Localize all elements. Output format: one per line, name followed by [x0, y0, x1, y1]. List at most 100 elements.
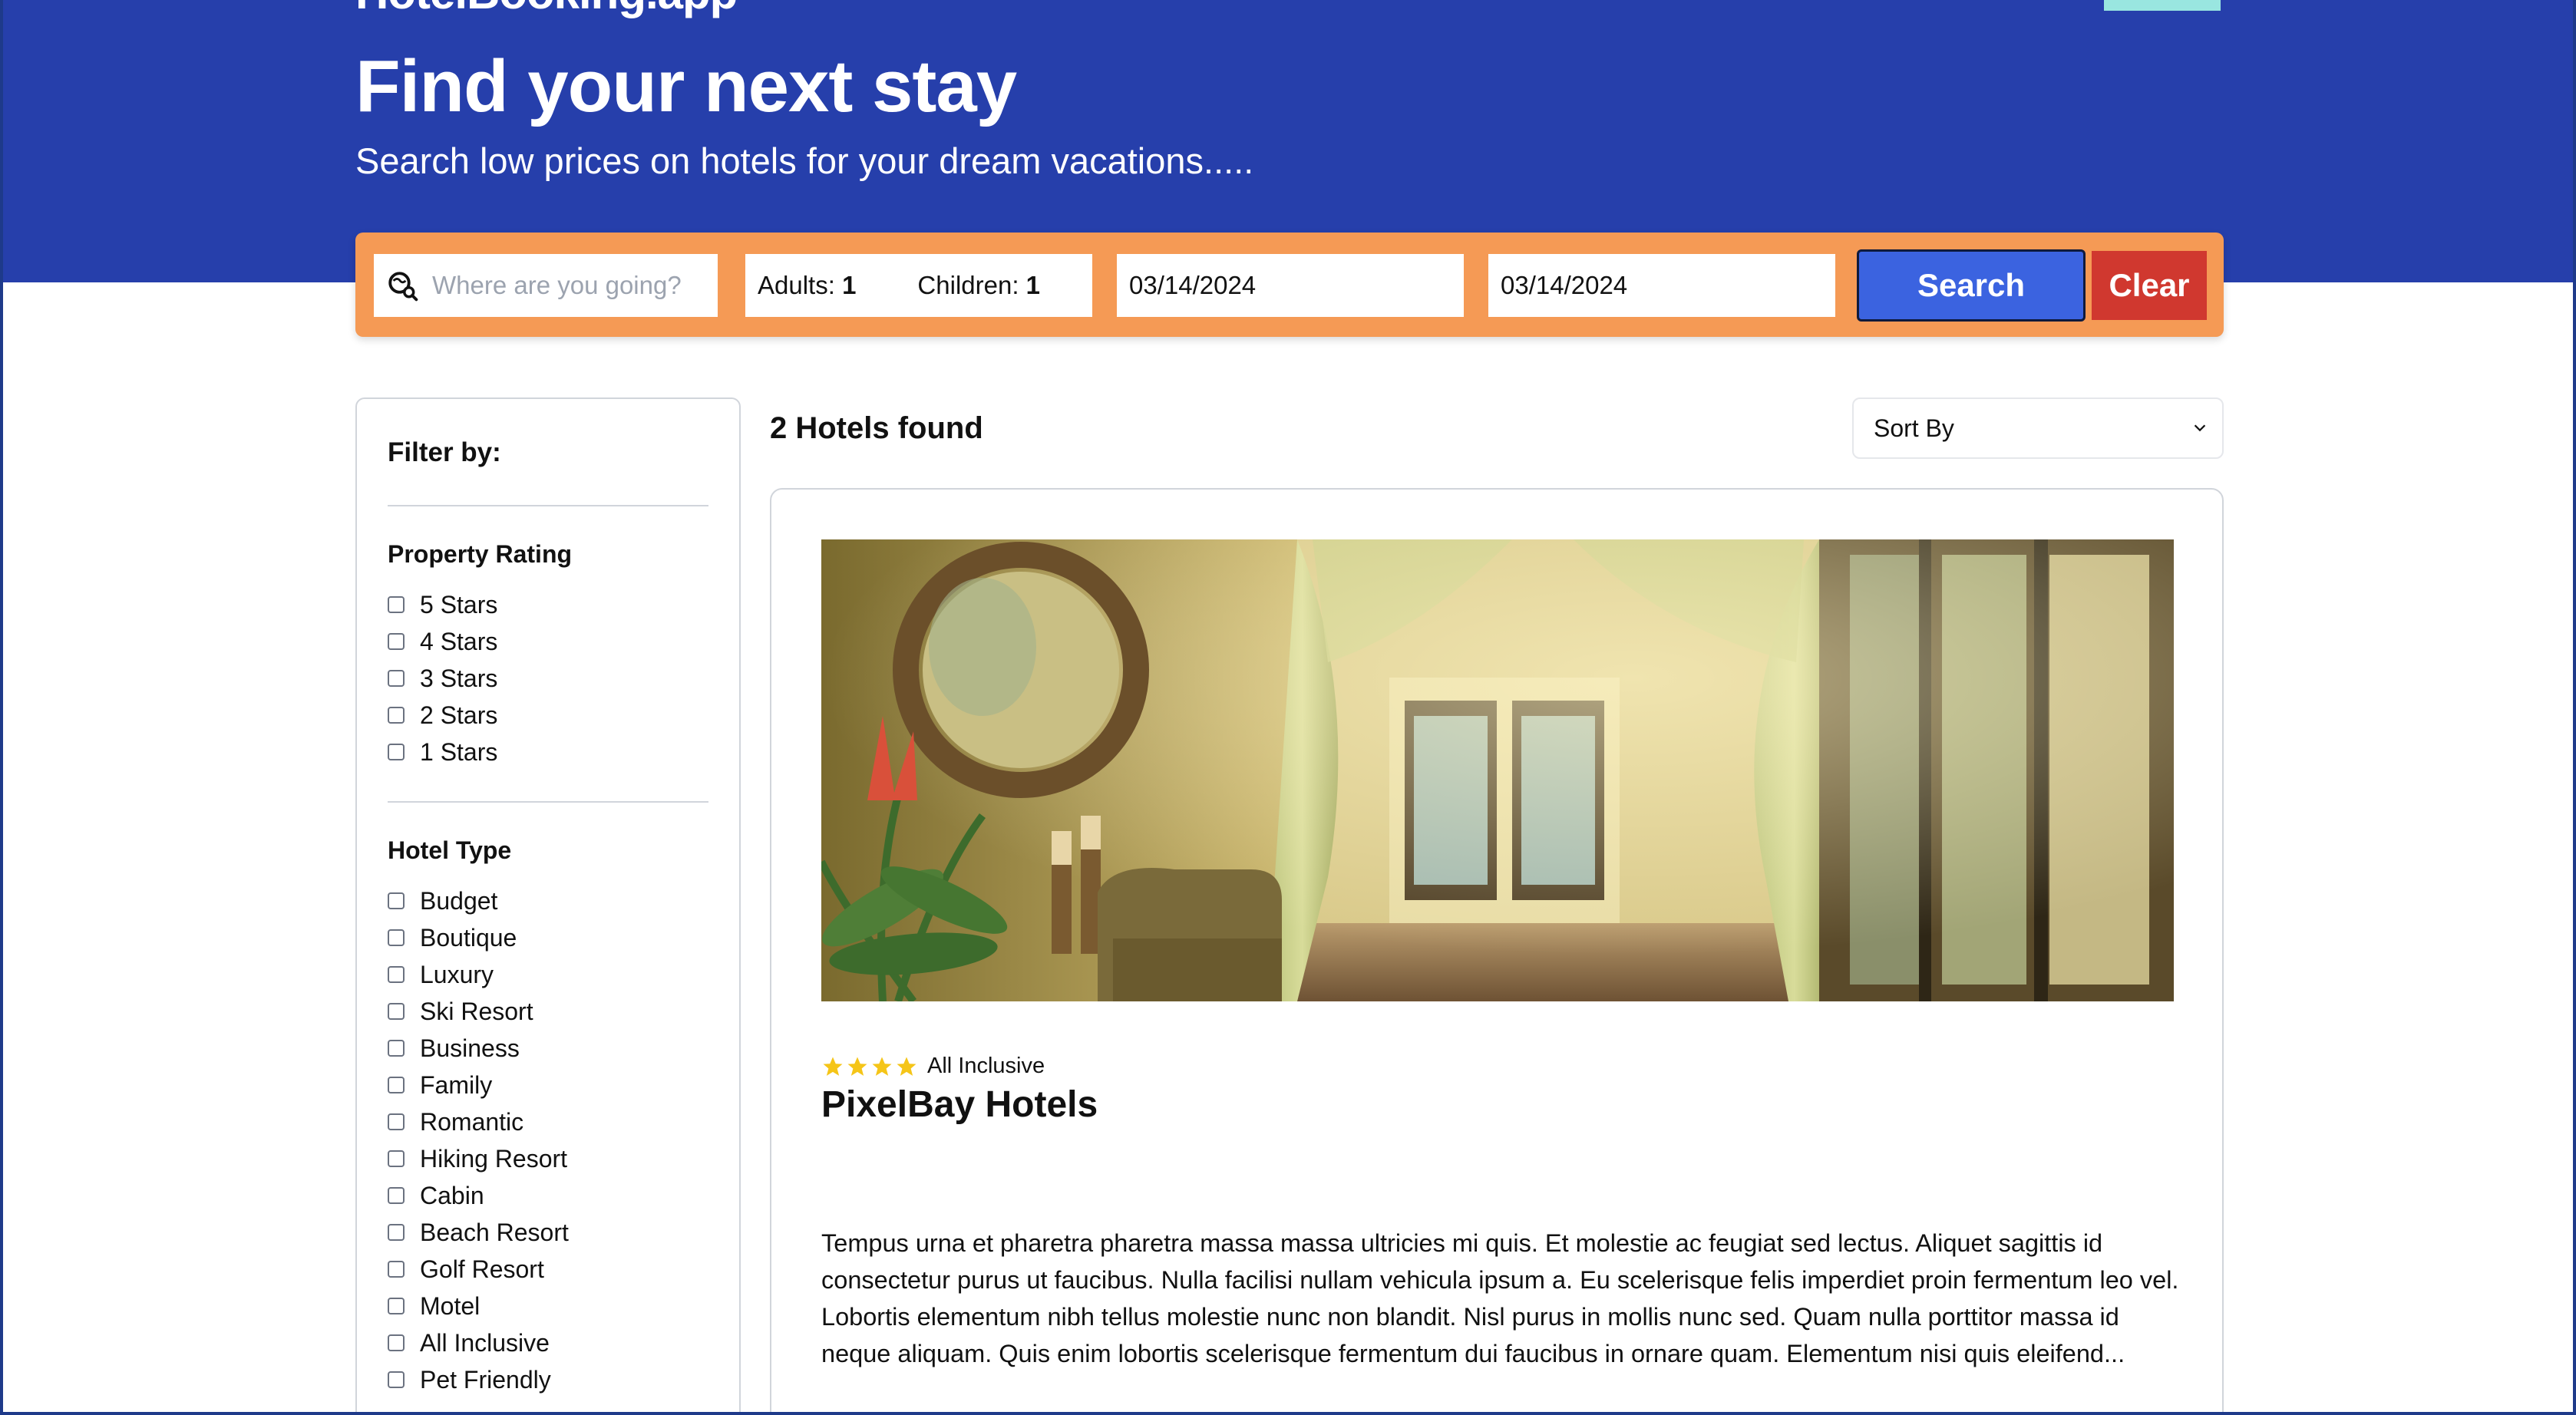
filter-sidebar: Filter by: Property Rating 5 Stars 4 Sta…: [355, 397, 741, 1412]
option-label: Pet Friendly: [420, 1365, 551, 1394]
type-option-business[interactable]: Business: [388, 1030, 569, 1067]
sort-label: Sort By: [1874, 414, 1954, 442]
checkbox[interactable]: [388, 1150, 405, 1167]
option-label: Romantic: [420, 1107, 524, 1136]
checkbox[interactable]: [388, 1224, 405, 1241]
divider: [388, 505, 708, 506]
checkbox[interactable]: [388, 1187, 405, 1204]
checkbox[interactable]: [388, 1113, 405, 1130]
option-label: Business: [420, 1034, 520, 1062]
checkbox[interactable]: [388, 929, 405, 946]
checkbox[interactable]: [388, 966, 405, 983]
checkbox[interactable]: [388, 1334, 405, 1351]
option-label: Family: [420, 1070, 493, 1099]
option-label: Budget: [420, 886, 498, 915]
option-label: Luxury: [420, 960, 494, 988]
rating-option-3[interactable]: 3 Stars: [388, 660, 497, 697]
type-option-all-inclusive[interactable]: All Inclusive: [388, 1324, 569, 1361]
checkbox[interactable]: [388, 1261, 405, 1278]
hotel-card[interactable]: All Inclusive PixelBay Hotels Tempus urn…: [770, 488, 2224, 1412]
option-label: Golf Resort: [420, 1255, 544, 1283]
type-option-cabin[interactable]: Cabin: [388, 1177, 569, 1214]
hotel-image[interactable]: [821, 539, 2174, 1001]
hotel-type-label: All Inclusive: [927, 1054, 1045, 1078]
search-bar: Adults: 1 Children: 1 03/14/2024 03/14/2…: [355, 233, 2224, 337]
destination-input[interactable]: [432, 271, 708, 300]
divider: [388, 801, 708, 803]
children-count[interactable]: Children: 1: [917, 271, 1040, 300]
clear-button[interactable]: Clear: [2092, 251, 2207, 320]
type-option-hiking-resort[interactable]: Hiking Resort: [388, 1140, 569, 1177]
type-option-luxury[interactable]: Luxury: [388, 956, 569, 993]
adults-label: Adults:: [758, 271, 835, 299]
checkbox[interactable]: [388, 633, 405, 650]
option-label: 1 Stars: [420, 737, 498, 766]
destination-field[interactable]: [374, 254, 718, 317]
hotel-lobby-image: [821, 539, 2174, 1001]
checkbox[interactable]: [388, 892, 405, 909]
check-in-date-input[interactable]: 03/14/2024: [1117, 254, 1464, 317]
option-label: Hiking Resort: [420, 1144, 568, 1173]
option-label: 3 Stars: [420, 664, 498, 692]
property-rating-title: Property Rating: [388, 540, 573, 568]
hotel-name-link[interactable]: PixelBay Hotels: [821, 1084, 1098, 1126]
hotel-type-options: Budget Boutique Luxury Ski Resort Busine…: [388, 882, 569, 1398]
type-option-pet-friendly[interactable]: Pet Friendly: [388, 1361, 569, 1398]
checkbox[interactable]: [388, 1040, 405, 1057]
site-logo[interactable]: HotelBooking.app: [355, 0, 738, 19]
rating-option-4[interactable]: 4 Stars: [388, 623, 497, 660]
checkbox[interactable]: [388, 1077, 405, 1093]
hotel-description: Tempus urna et pharetra pharetra massa m…: [821, 1229, 2179, 1367]
page-title: Find your next stay: [355, 45, 1017, 127]
page-subtitle: Search low prices on hotels for your dre…: [355, 140, 1254, 181]
children-value: 1: [1025, 271, 1041, 299]
star-rating: All Inclusive: [821, 1054, 1045, 1079]
option-label: 5 Stars: [420, 590, 498, 618]
rating-option-1[interactable]: 1 Stars: [388, 734, 497, 770]
option-label: 4 Stars: [420, 627, 498, 655]
checkbox[interactable]: [388, 744, 405, 760]
option-label: Cabin: [420, 1181, 484, 1209]
check-out-date-input[interactable]: 03/14/2024: [1488, 254, 1835, 317]
checkbox[interactable]: [388, 670, 405, 687]
sort-select[interactable]: Sort By: [1852, 397, 2224, 459]
type-option-boutique[interactable]: Boutique: [388, 919, 569, 956]
children-label: Children:: [917, 271, 1019, 299]
results-count: 2 Hotels found: [770, 411, 983, 445]
filter-title: Filter by:: [388, 437, 501, 467]
option-label: Ski Resort: [420, 997, 533, 1025]
adults-count[interactable]: Adults: 1: [758, 271, 856, 300]
type-option-motel[interactable]: Motel: [388, 1288, 569, 1324]
rating-option-5[interactable]: 5 Stars: [388, 586, 497, 623]
hotel-type-title: Hotel Type: [388, 836, 512, 864]
app-window: HotelBooking.app Find your next stay Sea…: [0, 0, 2576, 1415]
search-button[interactable]: Search: [1857, 249, 2086, 322]
type-option-golf-resort[interactable]: Golf Resort: [388, 1251, 569, 1288]
checkbox[interactable]: [388, 1003, 405, 1020]
type-option-ski-resort[interactable]: Ski Resort: [388, 993, 569, 1030]
map-search-icon: [388, 272, 418, 302]
type-option-beach-resort[interactable]: Beach Resort: [388, 1214, 569, 1251]
option-label: 2 Stars: [420, 701, 498, 729]
checkbox[interactable]: [388, 707, 405, 724]
checkbox[interactable]: [388, 596, 405, 613]
checkbox[interactable]: [388, 1371, 405, 1388]
star-icon: [823, 1057, 843, 1076]
checkbox[interactable]: [388, 1298, 405, 1314]
type-option-budget[interactable]: Budget: [388, 882, 569, 919]
option-label: Motel: [420, 1291, 481, 1320]
option-label: Beach Resort: [420, 1218, 569, 1246]
adults-value: 1: [842, 271, 857, 299]
chevron-down-icon: [2194, 424, 2206, 432]
option-label: Boutique: [420, 923, 517, 952]
star-icon: [847, 1057, 867, 1076]
star-icon: [897, 1057, 916, 1076]
star-icon: [872, 1057, 892, 1076]
rating-option-2[interactable]: 2 Stars: [388, 697, 497, 734]
option-label: All Inclusive: [420, 1328, 550, 1357]
header-button[interactable]: [2104, 0, 2221, 11]
type-option-romantic[interactable]: Romantic: [388, 1103, 569, 1140]
type-option-family[interactable]: Family: [388, 1067, 569, 1103]
guests-field[interactable]: Adults: 1 Children: 1: [745, 254, 1092, 317]
property-rating-options: 5 Stars 4 Stars 3 Stars 2 Stars 1 Stars: [388, 586, 497, 770]
